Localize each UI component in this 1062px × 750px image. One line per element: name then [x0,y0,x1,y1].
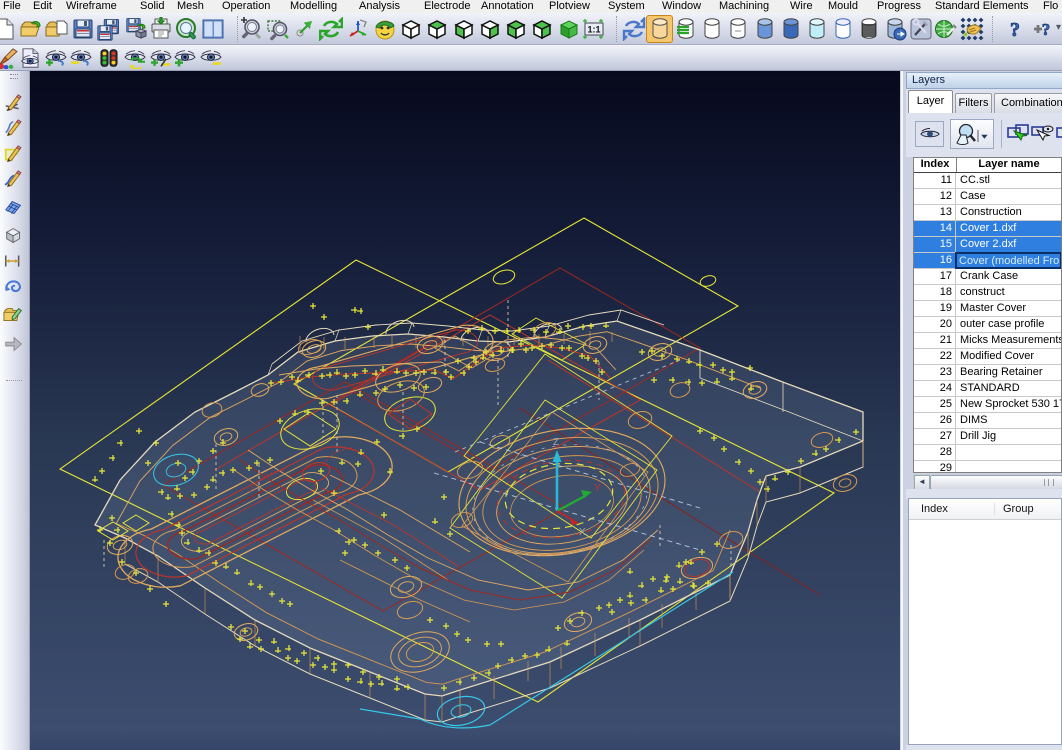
svg-text:X: X [579,527,586,538]
svg-text:Y: Y [594,483,601,494]
svg-text:1:1: 1:1 [587,25,600,35]
svg-text:Z: Z [553,437,559,448]
svg-text:?: ? [1010,19,1020,41]
svg-text:?: ? [1042,20,1051,39]
